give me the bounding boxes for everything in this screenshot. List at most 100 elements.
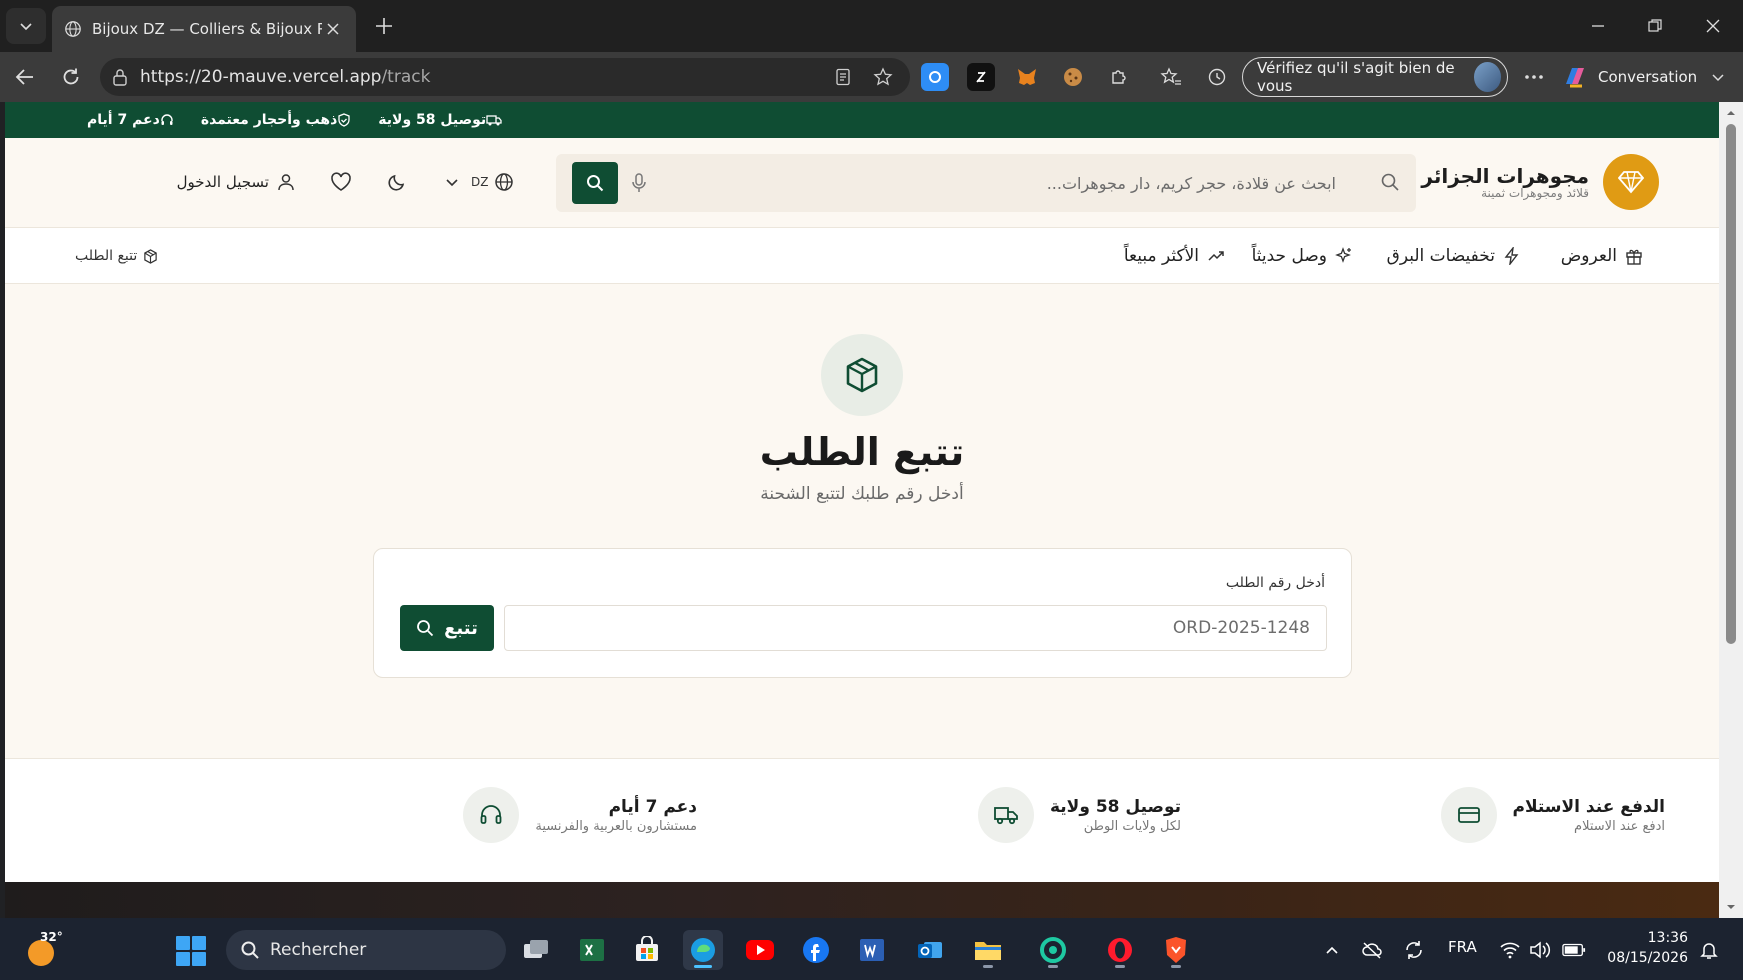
taskbar-opera[interactable] [1100, 930, 1140, 970]
announcement-bar: دعم 7 أيام ذهب وأحجار معتمدة توصيل 58 ول… [5, 102, 1719, 138]
taskbar-outlook[interactable] [910, 930, 950, 970]
temperature: 32° [40, 930, 63, 944]
tray-wifi[interactable] [1498, 938, 1522, 962]
search-icon [241, 941, 259, 959]
restore-button[interactable] [1632, 8, 1678, 44]
nav-item-offers[interactable]: العروض [1561, 228, 1643, 284]
search-button[interactable] [572, 162, 618, 204]
task-view-button[interactable] [516, 930, 556, 970]
clock[interactable]: 13:36 08/15/2026 [1606, 928, 1688, 968]
heart-icon [331, 172, 351, 191]
track-link-label: تتبع الطلب [75, 248, 138, 264]
store-icon [636, 936, 658, 961]
extension-2[interactable] [967, 63, 995, 91]
extensions-button[interactable] [1105, 63, 1133, 91]
url-host: https://20-mauve.vercel.app [140, 67, 382, 87]
diamond-icon [1618, 171, 1644, 194]
speaker-icon [1530, 941, 1551, 959]
notifications-button[interactable] [1697, 938, 1721, 962]
globe-icon [65, 21, 81, 37]
taskbar-edge[interactable] [683, 930, 723, 970]
more-menu-button[interactable] [1520, 63, 1548, 91]
windows-logo-tile [192, 952, 206, 966]
brand[interactable]: مجوهرات الجزائر قلائد ومجوهرات ثمينة [1421, 164, 1589, 200]
back-button[interactable] [9, 61, 41, 93]
history-button[interactable] [1203, 63, 1231, 91]
profile-verify-button[interactable]: Vérifiez qu'il s'agit bien de vous [1242, 57, 1508, 97]
minimize-button[interactable] [1575, 8, 1621, 44]
voice-search-button[interactable] [628, 172, 650, 194]
nav-item-flash-sales[interactable]: تخفيضات البرق [1387, 228, 1521, 284]
input-language[interactable]: FRA [1448, 938, 1477, 956]
nav-track-order-link[interactable]: تتبع الطلب [75, 228, 158, 284]
taskbar-store[interactable] [627, 930, 667, 970]
reload-button[interactable] [55, 61, 87, 93]
package-icon-badge [821, 334, 903, 416]
extension-metamask[interactable] [1013, 63, 1041, 91]
task-view-icon [524, 940, 548, 958]
weather-widget[interactable]: 32° [22, 930, 63, 970]
browser-tab-active[interactable]: Bijoux DZ — Colliers & Bijoux Préc [52, 6, 356, 52]
extension-1[interactable] [921, 63, 949, 91]
favorite-button[interactable] [868, 62, 898, 92]
new-tab-button[interactable] [370, 12, 398, 40]
reader-mode-button[interactable] [828, 62, 858, 92]
feature-cash-on-delivery: الدفع عند الاستلام ادفع عند الاستلام [1440, 785, 1666, 845]
start-button[interactable] [176, 936, 206, 966]
clock-time: 13:36 [1647, 930, 1688, 946]
nav-item-new-arrivals[interactable]: وصل حديثاً [1252, 228, 1353, 284]
sync-icon [1406, 941, 1422, 959]
site-logo[interactable] [1603, 154, 1659, 210]
extension-cookie[interactable] [1059, 63, 1087, 91]
facebook-icon [803, 937, 829, 963]
language-region-selector[interactable]: DZ [445, 166, 519, 198]
gift-icon [1626, 249, 1642, 265]
running-indicator [983, 965, 993, 968]
tray-sync[interactable] [1402, 938, 1426, 962]
taskbar-brave[interactable] [1156, 930, 1196, 970]
puzzle-icon [1112, 70, 1126, 84]
tab-close-button[interactable] [322, 18, 344, 40]
browser-tab-bar: Bijoux DZ — Colliers & Bijoux Préc [0, 0, 1743, 52]
bell-icon [1700, 943, 1718, 959]
page-scrollbar[interactable] [1719, 102, 1743, 918]
search-icon [587, 175, 604, 192]
taskbar-youtube[interactable] [740, 930, 780, 970]
green-ring-icon [1040, 937, 1066, 963]
search-input[interactable] [666, 162, 1336, 204]
tray-battery[interactable] [1562, 938, 1586, 962]
taskbar-search[interactable]: Rechercher [226, 930, 506, 970]
taskbar-search-label: Rechercher [270, 940, 367, 960]
word-icon [860, 939, 884, 961]
windows-logo-tile [176, 936, 190, 950]
tray-volume[interactable] [1528, 938, 1552, 962]
search-icon [417, 620, 434, 637]
taskbar-word[interactable] [852, 930, 892, 970]
close-window-button[interactable] [1690, 8, 1736, 44]
scroll-thumb[interactable] [1726, 124, 1736, 644]
chevron-down-icon [446, 179, 458, 187]
wifi-icon [1500, 942, 1520, 959]
wishlist-button[interactable] [325, 166, 357, 198]
feature-text: توصيل 58 ولاية لكل ولايات الوطن [1050, 797, 1181, 834]
tray-overflow-button[interactable] [1320, 938, 1344, 962]
address-bar[interactable]: https://20-mauve.vercel.app/track [100, 58, 910, 96]
taskbar-file-explorer[interactable] [968, 930, 1008, 970]
nav-item-best-sellers[interactable]: الأكثر مبيعاً [1124, 228, 1225, 284]
copilot-button[interactable]: Conversation [1560, 57, 1740, 97]
scroll-down-icon [1727, 905, 1735, 909]
taskbar-app-green[interactable] [1033, 930, 1073, 970]
track-button[interactable]: تتبع [400, 605, 494, 651]
order-number-input[interactable] [504, 605, 1327, 651]
feature-support: دعم 7 أيام مستشارون بالعربية والفرنسية [463, 785, 697, 845]
favorites-button[interactable] [1157, 63, 1185, 91]
sparkle-icon [1335, 247, 1351, 263]
favorites-star-icon [1160, 67, 1181, 85]
tray-cloud-off[interactable] [1360, 938, 1384, 962]
theme-toggle[interactable] [381, 166, 413, 198]
login-button[interactable]: تسجيل الدخول [175, 166, 295, 198]
feature-title: الدفع عند الاستلام [1512, 796, 1666, 817]
tab-list-button[interactable] [6, 8, 46, 44]
taskbar-facebook[interactable] [796, 930, 836, 970]
taskbar-excel[interactable] [572, 930, 612, 970]
